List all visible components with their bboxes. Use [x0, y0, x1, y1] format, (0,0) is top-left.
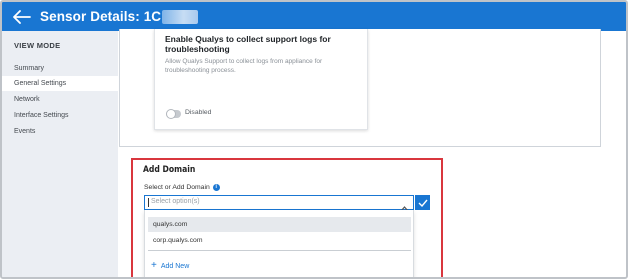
confirm-button[interactable] [415, 195, 430, 210]
domain-select-input[interactable]: Select option(s) [144, 195, 414, 212]
sidebar-item-network[interactable]: Network [2, 92, 118, 107]
sidebar-item-summary[interactable]: Summary [2, 61, 118, 76]
back-arrow-icon[interactable] [13, 9, 31, 24]
add-domain-title: Add Domain [143, 165, 196, 175]
support-logs-card: Enable Qualys to collect support logs fo… [154, 29, 368, 130]
domain-dropdown-menu: qualys.com corp.qualys.com + Add New [144, 210, 414, 277]
top-header: Sensor Details: 1C [2, 2, 626, 31]
dropdown-option-corp-qualys-com[interactable]: corp.qualys.com [148, 233, 411, 248]
dropdown-divider [148, 250, 411, 251]
sidebar-item-interface-settings[interactable]: Interface Settings [2, 108, 118, 123]
select-placeholder: Select option(s) [151, 198, 200, 205]
add-new-button[interactable]: + Add New [151, 260, 190, 271]
support-logs-toggle[interactable] [166, 109, 181, 119]
toggle-state-label: Disabled [185, 109, 212, 116]
sensor-id: 1C [143, 9, 162, 24]
add-new-label: Add New [160, 262, 190, 270]
app-window: Sensor Details: 1C VIEW MODE Summary Gen… [0, 0, 628, 279]
domain-field-label-text: Select or Add Domain [144, 184, 210, 191]
text-cursor [148, 198, 149, 207]
sidebar-item-general-settings[interactable]: General Settings [2, 76, 118, 91]
redacted-id-block [162, 9, 199, 24]
card-description: Allow Qualys Support to collect logs fro… [165, 58, 323, 74]
checkmark-icon [418, 199, 428, 207]
main-content: Enable Qualys to collect support logs fo… [118, 29, 626, 277]
card-title: Enable Qualys to collect support logs fo… [165, 34, 331, 54]
sidebar-item-events[interactable]: Events [2, 124, 118, 139]
plus-icon: + [151, 260, 157, 271]
sidebar-heading: VIEW MODE [14, 41, 61, 50]
dropdown-option-qualys-com[interactable]: qualys.com [148, 217, 411, 232]
page-title: Sensor Details: [40, 9, 140, 24]
sidebar: VIEW MODE Summary General Settings Netwo… [2, 31, 118, 277]
info-icon[interactable]: i [212, 184, 220, 191]
domain-field-label: Select or Add Domain i [144, 184, 220, 191]
toggle-knob [166, 109, 176, 119]
